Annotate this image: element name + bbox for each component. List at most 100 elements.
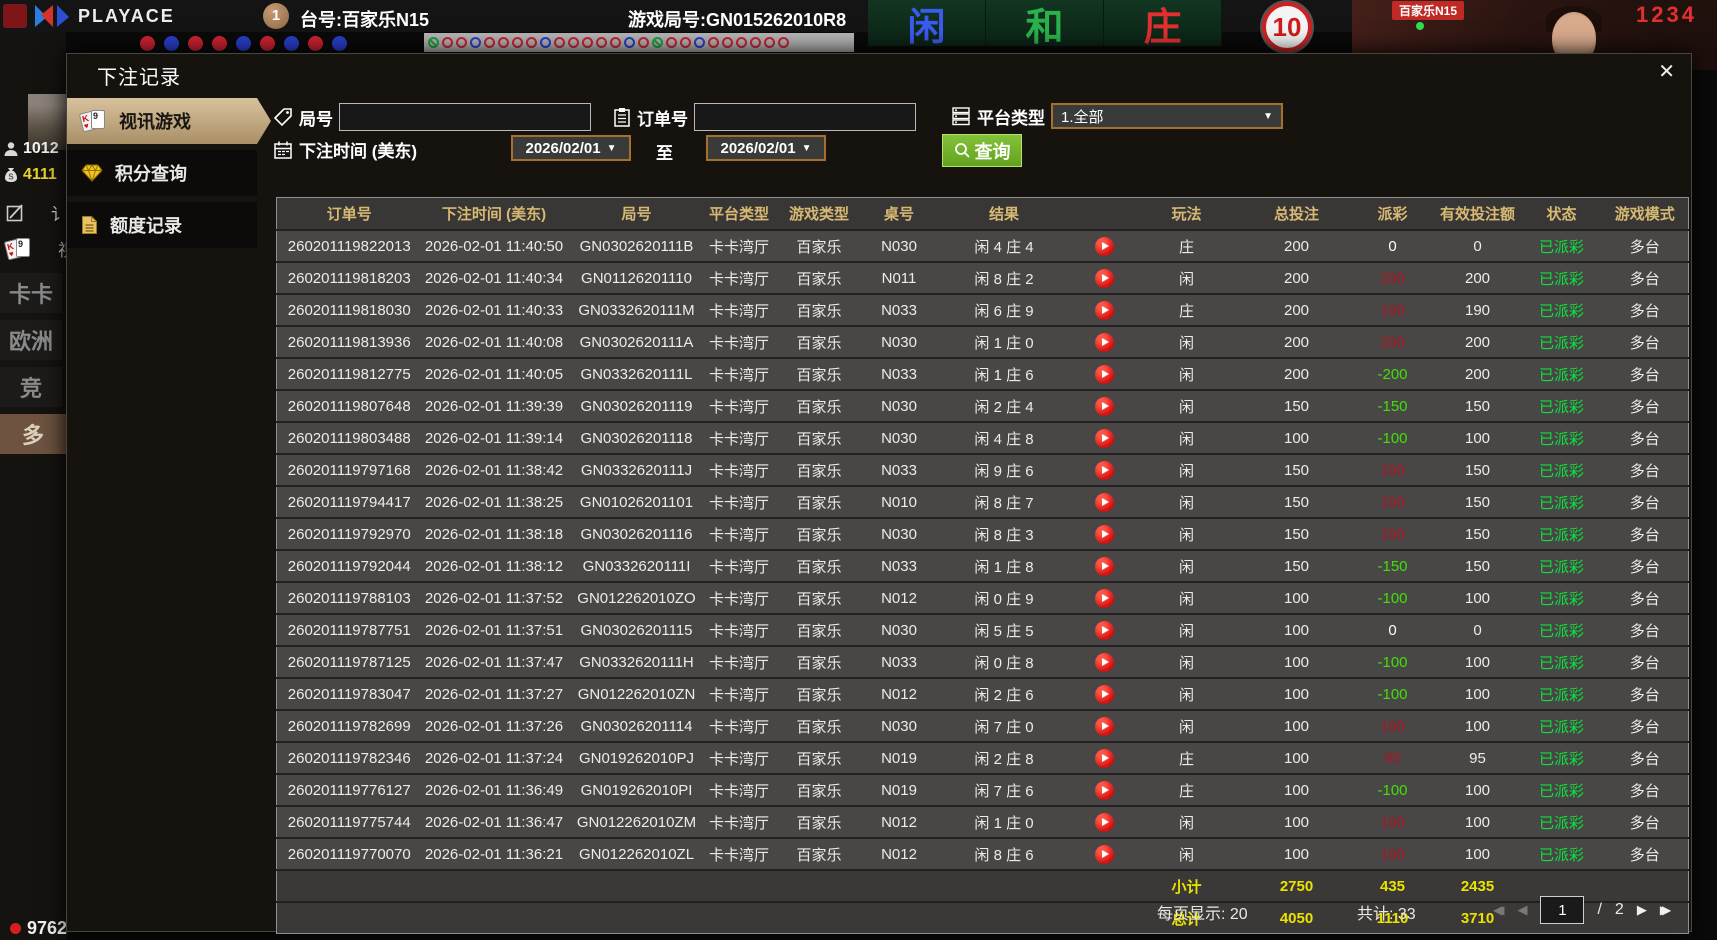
sidebar-item-额度记录[interactable]: 额度记录 — [67, 202, 257, 248]
bet-time-cell: 2026-02-01 11:37:52 — [421, 581, 567, 614]
chevron-down-icon: ▼ — [801, 142, 812, 154]
search-button[interactable]: 查询 — [942, 134, 1022, 167]
road-bead-icon — [680, 37, 691, 48]
road-bead-icon — [596, 37, 607, 48]
table-row: 260201119775744 2026-02-01 11:36:47 GN0122… — [276, 805, 1689, 838]
rail-menu-item[interactable]: 卡卡 — [0, 273, 62, 313]
valid-bet-cell: 95 — [1433, 741, 1522, 774]
play-icon[interactable] — [1094, 780, 1114, 800]
play-icon[interactable] — [1094, 748, 1114, 768]
result-cell: 闲 1 庄 0 — [931, 805, 1077, 838]
order-id-cell: 260201119794417 — [276, 485, 422, 518]
video-score: 1234 — [1636, 2, 1697, 27]
total-bet-cell: 100 — [1241, 709, 1352, 742]
result-cell: 闲 1 庄 0 — [931, 325, 1077, 358]
play-type-cell: 闲 — [1131, 805, 1242, 838]
date-to-select[interactable]: 2026/02/01 ▼ — [706, 135, 826, 161]
round-input[interactable] — [339, 103, 591, 131]
play-icon[interactable] — [1094, 524, 1114, 544]
table-no-cell: N030 — [866, 325, 932, 358]
play-icon[interactable] — [1094, 844, 1114, 864]
bet-time-cell: 2026-02-01 11:40:05 — [421, 357, 567, 390]
round-id-cell: GN03026201115 — [566, 613, 707, 646]
total-bet-cell: 100 — [1241, 805, 1352, 838]
play-icon[interactable] — [1094, 716, 1114, 736]
payout-cell: 200 — [1351, 325, 1434, 358]
play-type-cell: 闲 — [1131, 325, 1242, 358]
round-filter: 局号 — [273, 103, 591, 131]
total-count-label: 共计: 33 — [1357, 906, 1416, 923]
platform-cell: 卡卡湾厅 — [706, 837, 772, 870]
game-type-cell: 百家乐 — [771, 517, 867, 550]
play-type-cell: 闲 — [1131, 581, 1242, 614]
column-header — [1076, 197, 1132, 231]
bet-time-cell: 2026-02-01 11:36:49 — [421, 773, 567, 806]
rail-menu-item[interactable]: 欧洲 — [0, 320, 62, 360]
play-icon[interactable] — [1094, 492, 1114, 512]
valid-bet-cell: 100 — [1433, 581, 1522, 614]
play-icon[interactable] — [1094, 332, 1114, 352]
next-page-button[interactable]: ▶ — [1637, 902, 1647, 918]
calendar-icon — [274, 141, 292, 159]
road-strip — [424, 33, 854, 52]
result-cell: 闲 5 庄 5 — [931, 613, 1077, 646]
play-icon[interactable] — [1094, 428, 1114, 448]
total-pages: 2 — [1614, 901, 1624, 918]
order-id-cell: 260201119797168 — [276, 453, 422, 486]
play-icon[interactable] — [1094, 652, 1114, 672]
play-icon[interactable] — [1094, 620, 1114, 640]
payout-cell: 0 — [1351, 229, 1434, 262]
play-icon[interactable] — [1094, 556, 1114, 576]
video-games-row[interactable]: K♥9 视 — [3, 236, 75, 261]
platform-select[interactable]: 1.全部 ▼ — [1051, 103, 1283, 129]
table-no-cell: N030 — [866, 613, 932, 646]
play-icon[interactable] — [1094, 300, 1114, 320]
game-type-cell: 百家乐 — [771, 613, 867, 646]
payout-cell: -150 — [1351, 389, 1434, 422]
play-icon[interactable] — [1094, 396, 1114, 416]
rail-menu-item[interactable]: 竞 — [0, 367, 62, 407]
close-icon[interactable]: ✕ — [1658, 59, 1675, 84]
game-mode-cell: 多台 — [1601, 581, 1689, 614]
play-icon[interactable] — [1094, 588, 1114, 608]
bet-zone-和[interactable]: 和 — [986, 0, 1104, 49]
road-bead-icon — [442, 37, 453, 48]
order-input[interactable] — [694, 103, 916, 131]
sidebar-item-视讯游戏[interactable]: K ♥ 9 视讯游戏 — [67, 98, 271, 144]
replay-cell — [1076, 677, 1132, 710]
replay-cell — [1076, 709, 1132, 742]
bet-zone-庄[interactable]: 庄 — [1104, 0, 1222, 49]
replay-cell — [1076, 581, 1132, 614]
total-bet-cell: 100 — [1241, 773, 1352, 806]
game-mode-cell: 多台 — [1601, 517, 1689, 550]
payout-cell: 150 — [1351, 485, 1434, 518]
page-input[interactable] — [1540, 896, 1585, 924]
play-icon[interactable] — [1094, 268, 1114, 288]
column-header: 状态 — [1521, 197, 1602, 231]
play-icon[interactable] — [1094, 684, 1114, 704]
diamond-icon — [81, 164, 103, 182]
result-cell: 闲 4 庄 8 — [931, 421, 1077, 454]
play-type-cell: 庄 — [1131, 229, 1242, 262]
play-icon[interactable] — [1094, 460, 1114, 480]
rail-menu-item[interactable]: 多 — [0, 414, 66, 454]
date-from-select[interactable]: 2026/02/01 ▼ — [511, 135, 631, 161]
play-type-cell: 闲 — [1131, 389, 1242, 422]
first-page-button[interactable]: ◀◀ — [1493, 903, 1505, 917]
play-icon[interactable] — [1094, 812, 1114, 832]
last-page-button[interactable]: ▶▶ — [1660, 903, 1672, 917]
play-icon[interactable] — [1094, 364, 1114, 384]
bet-zone-闲[interactable]: 闲 — [868, 0, 986, 49]
prev-page-button[interactable]: ◀ — [1517, 902, 1527, 918]
chevron-down-icon: ▼ — [606, 142, 617, 154]
edit-row[interactable]: 讠 — [6, 200, 68, 225]
game-mode-cell: 多台 — [1601, 549, 1689, 582]
total-bet-cell: 100 — [1241, 677, 1352, 710]
table-row: 260201119782346 2026-02-01 11:37:24 GN0192… — [276, 741, 1689, 774]
table-no-cell: N012 — [866, 837, 932, 870]
play-icon[interactable] — [1094, 236, 1114, 256]
sidebar-item-积分查询[interactable]: 积分查询 — [67, 150, 257, 196]
road-bead-icon — [708, 37, 719, 48]
payout-cell: 150 — [1351, 517, 1434, 550]
game-mode-cell: 多台 — [1601, 709, 1689, 742]
